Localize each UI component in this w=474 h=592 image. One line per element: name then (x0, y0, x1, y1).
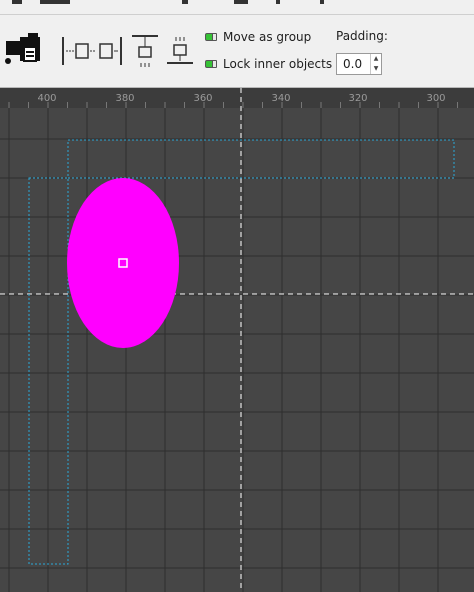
drawing-canvas[interactable] (0, 88, 474, 592)
ruler-label: 320 (348, 93, 368, 104)
padding-spinbox[interactable]: 0.0 ▲ ▼ (336, 53, 382, 75)
magenta-ellipse[interactable] (67, 178, 179, 348)
align-bottom-icon[interactable] (166, 33, 196, 71)
clipped-align-icons[interactable] (180, 0, 360, 10)
ruler-label: 380 (115, 93, 135, 104)
clipped-toolbar-icon[interactable] (4, 0, 74, 10)
toggle-icon[interactable] (205, 33, 217, 41)
ruler (0, 88, 474, 108)
canvas-background (0, 88, 474, 592)
toggle-icon[interactable] (205, 60, 217, 68)
horizontal-spacing-icon[interactable] (60, 35, 124, 67)
ruler-label: 400 (37, 93, 57, 104)
ruler-label: 340 (271, 93, 291, 104)
spin-down-icon[interactable]: ▼ (371, 64, 381, 74)
padding-value[interactable]: 0.0 (337, 54, 370, 74)
object-toolbar: Move as group Lock inner objects Padding… (0, 14, 474, 88)
padding-label: Padding: (336, 29, 388, 43)
lock-inner-objects-checkbox[interactable]: Lock inner objects (205, 54, 332, 74)
move-as-group-label: Move as group (223, 30, 312, 44)
align-top-icon[interactable] (130, 33, 162, 71)
print-fax-icon[interactable] (2, 31, 46, 71)
spin-arrows: ▲ ▼ (370, 54, 381, 74)
ruler-label: 360 (193, 93, 213, 104)
spin-up-icon[interactable]: ▲ (371, 54, 381, 64)
move-as-group-checkbox[interactable]: Move as group (205, 27, 311, 47)
lock-inner-objects-label: Lock inner objects (223, 57, 333, 71)
ruler-label: 300 (426, 93, 446, 104)
top-toolbar-strip (0, 0, 474, 14)
